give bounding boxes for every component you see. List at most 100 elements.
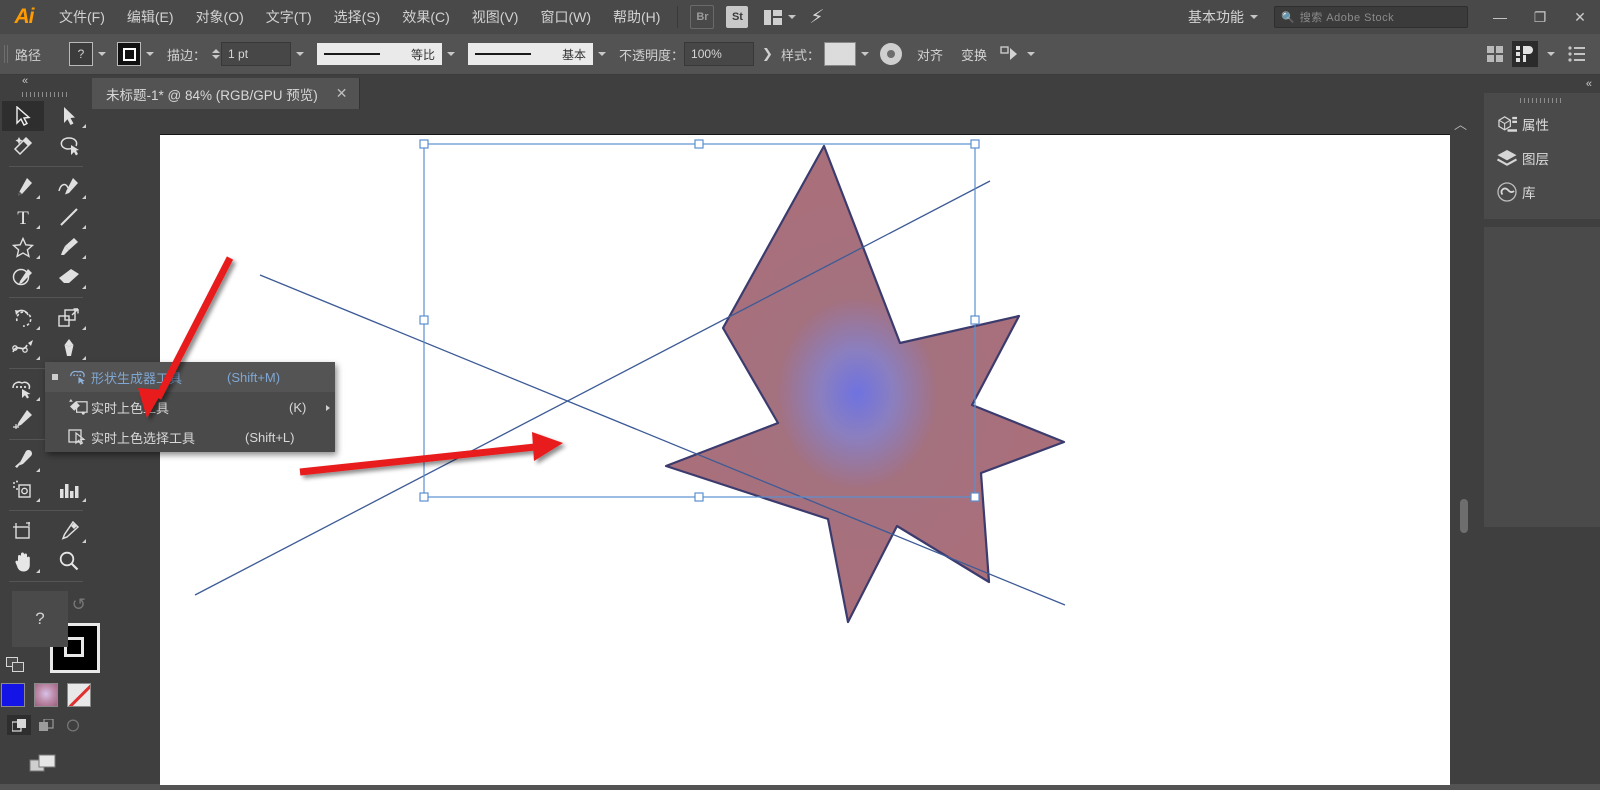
magic-wand-tool[interactable] bbox=[2, 131, 44, 161]
selection-bounding-box[interactable] bbox=[160, 135, 1450, 785]
flyout-indicator bbox=[36, 468, 40, 472]
paintbrush-tool[interactable] bbox=[48, 232, 90, 262]
fill-color-box[interactable]: ? bbox=[12, 591, 68, 647]
vertical-scrollbar[interactable] bbox=[1460, 499, 1468, 533]
slice-tool[interactable] bbox=[48, 516, 90, 546]
width-tool[interactable] bbox=[2, 333, 44, 363]
none-swatch[interactable] bbox=[67, 683, 91, 707]
curvature-tool[interactable] bbox=[48, 172, 90, 202]
hand-tool[interactable] bbox=[2, 546, 44, 576]
document-tab[interactable]: 未标题-1* @ 84% (RGB/GPU 预览) ✕ bbox=[92, 78, 360, 109]
close-button[interactable]: ✕ bbox=[1560, 0, 1600, 34]
scale-tool[interactable] bbox=[48, 303, 90, 333]
stock-icon[interactable]: St bbox=[726, 6, 748, 28]
menu-edit[interactable]: 编辑(E) bbox=[116, 0, 185, 34]
opacity-more-icon[interactable]: ❯ bbox=[762, 46, 773, 62]
type-tool[interactable]: T bbox=[2, 202, 44, 232]
collapse-panel-icon[interactable]: « bbox=[22, 76, 28, 87]
draw-normal-mode[interactable] bbox=[7, 715, 31, 735]
tools-panel-grip[interactable] bbox=[0, 87, 92, 101]
brush-definition-select[interactable]: 基本 bbox=[468, 43, 593, 65]
mesh-tool[interactable] bbox=[2, 404, 44, 434]
flyout-indicator bbox=[36, 285, 40, 289]
draw-behind-mode[interactable] bbox=[34, 715, 58, 735]
direct-selection-tool[interactable] bbox=[48, 101, 90, 131]
flyout-item-live-paint-selection-tool[interactable]: 实时上色选择工具 (Shift+L) bbox=[45, 422, 335, 452]
pen-tool[interactable] bbox=[2, 172, 44, 202]
color-swatch[interactable] bbox=[1, 683, 25, 707]
menu-object[interactable]: 对象(O) bbox=[185, 0, 255, 34]
lasso-tool[interactable] bbox=[48, 131, 90, 161]
artboard-tool[interactable] bbox=[2, 516, 44, 546]
eraser-tool[interactable] bbox=[48, 262, 90, 292]
menu-help[interactable]: 帮助(H) bbox=[602, 0, 671, 34]
arrange-chevron-down-icon[interactable] bbox=[788, 15, 796, 19]
dock-panel-grip[interactable] bbox=[1484, 93, 1600, 107]
layout-chevron-down-icon[interactable] bbox=[1542, 43, 1560, 65]
layers-panel-tab[interactable]: 图层 bbox=[1484, 141, 1600, 175]
dock-empty-area bbox=[1484, 227, 1600, 527]
brush-chevron-down-icon[interactable] bbox=[593, 43, 611, 65]
canvas-collapse-icon[interactable]: ︿ bbox=[1454, 114, 1467, 133]
lightning-bolt-icon[interactable]: ⚡ bbox=[809, 6, 826, 29]
control-bar-grip[interactable] bbox=[0, 34, 9, 74]
grid-icon[interactable] bbox=[1482, 41, 1508, 67]
workspace-switcher[interactable]: 基本功能 bbox=[1178, 7, 1262, 27]
style-chevron-down-icon[interactable] bbox=[856, 43, 874, 65]
arrange-documents-icon[interactable] bbox=[764, 10, 782, 25]
menu-window[interactable]: 窗口(W) bbox=[529, 0, 602, 34]
column-graph-tool[interactable] bbox=[48, 475, 90, 505]
arrange-chevron-down-icon-2[interactable] bbox=[1022, 43, 1040, 65]
opacity-input[interactable]: 100% bbox=[684, 42, 754, 66]
layout-panel-icon[interactable] bbox=[1512, 41, 1538, 67]
stroke-chevron-down-icon[interactable] bbox=[141, 43, 159, 65]
restore-button[interactable]: ❐ bbox=[1520, 0, 1560, 34]
artboard[interactable] bbox=[160, 134, 1450, 785]
bridge-icon[interactable]: Br bbox=[690, 5, 714, 29]
options-list-icon[interactable] bbox=[1564, 41, 1590, 67]
menu-file[interactable]: 文件(F) bbox=[48, 0, 116, 34]
flyout-item-shape-builder-tool[interactable]: 形状生成器工具 (Shift+M) bbox=[45, 362, 335, 392]
zoom-tool[interactable] bbox=[48, 546, 90, 576]
free-transform-tool[interactable] bbox=[48, 333, 90, 363]
libraries-panel-tab[interactable]: 库 bbox=[1484, 175, 1600, 209]
shape-tool[interactable] bbox=[2, 232, 44, 262]
fill-chevron-down-icon[interactable] bbox=[93, 43, 111, 65]
stroke-weight-input[interactable]: 1 pt bbox=[221, 42, 291, 66]
reset-colors-icon[interactable]: ↺ bbox=[72, 595, 86, 615]
menu-type[interactable]: 文字(T) bbox=[255, 0, 323, 34]
shaper-tool[interactable] bbox=[2, 262, 44, 292]
stroke-weight-chevron-down-icon[interactable] bbox=[291, 43, 309, 65]
layers-icon bbox=[1492, 149, 1522, 168]
stroke-profile-select[interactable]: 等比 bbox=[317, 43, 442, 65]
profile-chevron-down-icon[interactable] bbox=[442, 43, 460, 65]
flyout-submenu-arrow-icon[interactable] bbox=[326, 405, 330, 411]
change-screen-mode-icon[interactable] bbox=[28, 751, 64, 782]
rotate-tool[interactable] bbox=[2, 303, 44, 333]
fill-color-swatch[interactable]: ? bbox=[69, 42, 93, 66]
line-segment-tool[interactable] bbox=[48, 202, 90, 232]
eyedropper-tool[interactable] bbox=[2, 445, 44, 475]
selection-tool[interactable] bbox=[2, 101, 44, 131]
swap-fill-stroke-icon[interactable] bbox=[6, 657, 24, 673]
stroke-weight-stepper[interactable] bbox=[210, 43, 221, 65]
properties-panel-tab[interactable]: 属性 bbox=[1484, 107, 1600, 141]
graphic-style-swatch[interactable] bbox=[824, 42, 856, 66]
close-icon[interactable]: ✕ bbox=[336, 85, 348, 102]
shape-builder-tool[interactable] bbox=[2, 374, 44, 404]
menu-view[interactable]: 视图(V) bbox=[461, 0, 530, 34]
recolor-artwork-icon[interactable] bbox=[880, 43, 902, 65]
symbol-sprayer-tool[interactable] bbox=[2, 475, 44, 505]
search-adobe-stock-input[interactable]: 🔍 搜索 Adobe Stock bbox=[1274, 6, 1468, 28]
align-button[interactable]: 对齐 bbox=[908, 42, 952, 66]
transform-button[interactable]: 变换 bbox=[952, 42, 996, 66]
minimize-button[interactable]: — bbox=[1480, 0, 1520, 34]
collapse-dock-icon[interactable]: « bbox=[1586, 78, 1592, 90]
menu-select[interactable]: 选择(S) bbox=[323, 0, 392, 34]
gradient-swatch[interactable] bbox=[34, 683, 58, 707]
flyout-item-live-paint-bucket-tool[interactable]: 实时上色工具 (K) bbox=[45, 392, 335, 422]
stroke-color-swatch[interactable] bbox=[117, 42, 141, 66]
arrange-objects-icon[interactable] bbox=[996, 41, 1022, 67]
menu-effect[interactable]: 效果(C) bbox=[391, 0, 460, 34]
draw-inside-mode[interactable] bbox=[61, 715, 85, 735]
